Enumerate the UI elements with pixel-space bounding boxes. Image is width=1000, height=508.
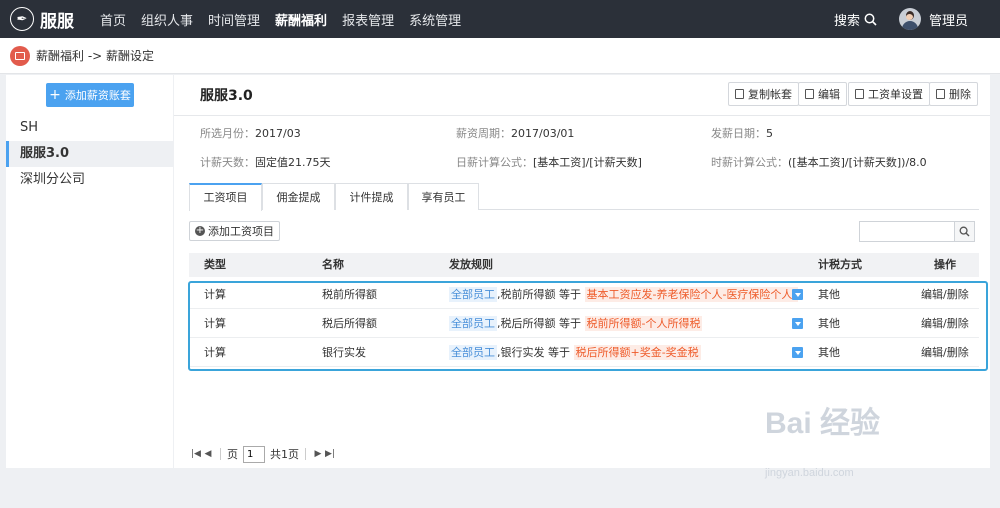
search-button[interactable]: 搜索 bbox=[834, 10, 877, 29]
watermark-url: jingyan.baidu.com bbox=[765, 467, 854, 479]
tab-bar: 工资项目 佣金提成 计件提成 享有员工 bbox=[189, 183, 979, 211]
search-submit-button[interactable] bbox=[954, 221, 975, 242]
plus-circle-icon: + bbox=[195, 225, 205, 236]
payslip-icon bbox=[855, 89, 864, 99]
top-navbar: ✒ 服服 首页 组织人事 时间管理 薪酬福利 报表管理 系统管理 搜索 管理员 bbox=[0, 0, 1000, 38]
breadcrumb: 薪酬福利 -> 薪酬设定 bbox=[36, 49, 155, 63]
logo[interactable]: ✒ 服服 bbox=[10, 7, 100, 32]
col-rule: 发放规则 bbox=[449, 258, 493, 271]
info-payday: 发薪日期：5 bbox=[711, 127, 773, 140]
info-month: 所选月份：2017/03 bbox=[200, 127, 301, 140]
user-name[interactable]: 管理员 bbox=[929, 10, 968, 29]
tab-commission[interactable]: 佣金提成 bbox=[262, 183, 335, 210]
sidebar-item-sh[interactable]: SH bbox=[6, 115, 173, 141]
selection-highlight bbox=[188, 281, 988, 371]
nav-home[interactable]: 首页 bbox=[100, 10, 126, 29]
add-account-button[interactable]: + 添加薪资账套 bbox=[46, 83, 134, 107]
nav-reports[interactable]: 报表管理 bbox=[342, 10, 394, 29]
nav-payroll[interactable]: 薪酬福利 bbox=[275, 10, 327, 29]
info-days: 计薪天数：固定值21.75天 bbox=[200, 156, 331, 169]
payroll-icon bbox=[10, 45, 30, 66]
col-action: 操作 bbox=[934, 258, 956, 271]
feather-logo-icon: ✒ bbox=[10, 7, 34, 31]
table-header: 类型 名称 发放规则 计税方式 操作 bbox=[189, 253, 979, 277]
copy-icon bbox=[735, 89, 744, 99]
prev-page-icon[interactable]: ◀ bbox=[202, 448, 214, 460]
account-sidebar: + 添加薪资账套 SH 服服3.0 深圳分公司 bbox=[6, 75, 173, 468]
nav-organization[interactable]: 组织人事 bbox=[141, 10, 193, 29]
search-icon bbox=[959, 226, 970, 237]
col-type: 类型 bbox=[204, 258, 226, 271]
pagination: |◀ ◀ 页 共1页 ▶ ▶| bbox=[190, 444, 336, 464]
next-page-icon[interactable]: ▶ bbox=[312, 448, 324, 460]
search-input[interactable] bbox=[859, 221, 955, 242]
page-number-input[interactable] bbox=[243, 445, 265, 463]
col-name: 名称 bbox=[322, 258, 344, 271]
edit-icon bbox=[805, 89, 814, 99]
breadcrumb-bar: 薪酬福利 -> 薪酬设定 bbox=[0, 38, 1000, 74]
tab-piecework[interactable]: 计件提成 bbox=[335, 183, 408, 210]
page-title: 服服3.0 bbox=[200, 88, 253, 104]
app-name: 服服 bbox=[40, 11, 74, 32]
page-total: 共1页 bbox=[270, 448, 299, 461]
search-icon bbox=[864, 13, 877, 26]
add-salary-item-button[interactable]: + 添加工资项目 bbox=[189, 221, 280, 241]
payslip-settings-button[interactable]: 工资单设置 bbox=[848, 82, 930, 106]
info-hourly-formula: 时薪计算公式：([基本工资]/[计薪天数])/8.0 bbox=[711, 156, 927, 169]
info-period: 薪资周期：2017/03/01 bbox=[456, 127, 575, 140]
info-daily-formula: 日薪计算公式：[基本工资]/[计薪天数] bbox=[456, 156, 642, 169]
main-nav: 首页 组织人事 时间管理 薪酬福利 报表管理 系统管理 bbox=[100, 10, 476, 29]
first-page-icon[interactable]: |◀ bbox=[190, 448, 202, 460]
plus-icon: + bbox=[49, 87, 61, 103]
delete-button[interactable]: 删除 bbox=[929, 82, 978, 106]
sidebar-item-shenzhen[interactable]: 深圳分公司 bbox=[6, 167, 173, 193]
tab-salary-items[interactable]: 工资项目 bbox=[189, 183, 262, 211]
copy-account-button[interactable]: 复制帐套 bbox=[728, 82, 799, 106]
sidebar-item-fufu3[interactable]: 服服3.0 bbox=[6, 141, 173, 167]
edit-button[interactable]: 编辑 bbox=[798, 82, 847, 106]
nav-time[interactable]: 时间管理 bbox=[208, 10, 260, 29]
watermark-logo: Bai 经验 bbox=[765, 407, 881, 440]
col-tax: 计税方式 bbox=[818, 258, 862, 271]
search-label: 搜索 bbox=[833, 13, 860, 29]
nav-system[interactable]: 系统管理 bbox=[409, 10, 461, 29]
trash-icon bbox=[936, 89, 945, 99]
tab-employees[interactable]: 享有员工 bbox=[408, 183, 479, 210]
avatar[interactable] bbox=[898, 8, 921, 30]
last-page-icon[interactable]: ▶| bbox=[324, 448, 336, 460]
